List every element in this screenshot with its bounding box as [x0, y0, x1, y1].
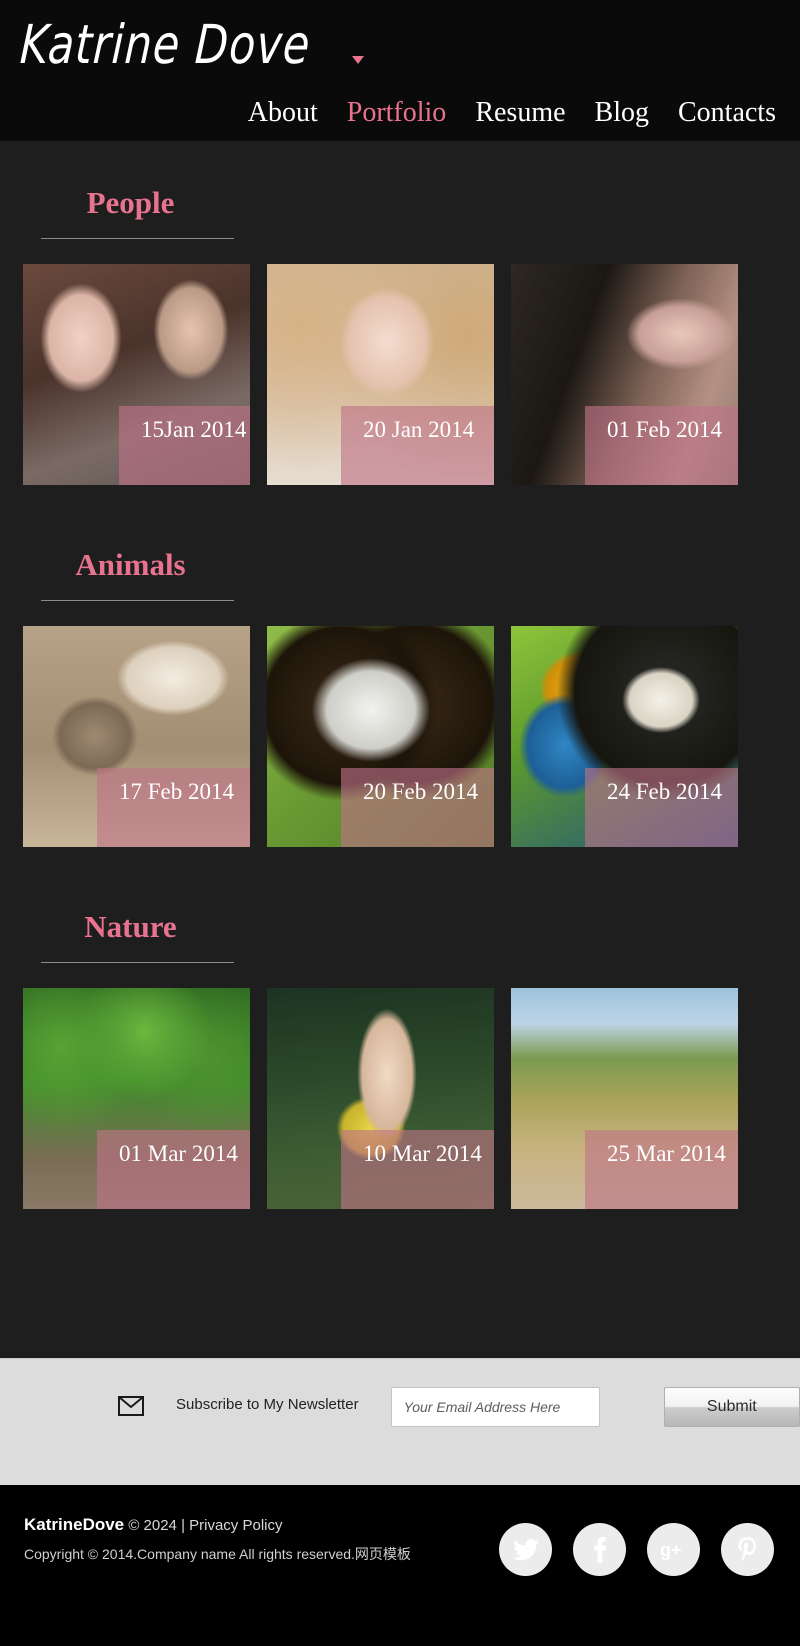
svg-text:g+: g+: [660, 1540, 682, 1560]
page-root: Katrine Dove About Portfolio Resume Blog…: [0, 0, 800, 1646]
card-date-label: 01 Mar 2014: [97, 1130, 250, 1209]
newsletter-label: Subscribe to My Newsletter: [176, 1396, 359, 1413]
twitter-icon[interactable]: [499, 1523, 552, 1576]
nav-item-portfolio[interactable]: Portfolio: [347, 99, 447, 127]
card-date-label: 25 Mar 2014: [585, 1130, 738, 1209]
section-divider: [41, 238, 234, 239]
facebook-icon[interactable]: [573, 1523, 626, 1576]
gallery-grid-animals: 17 Feb 2014 20 Feb 2014 24 Feb 2014: [0, 626, 800, 847]
pinterest-icon[interactable]: [721, 1523, 774, 1576]
footer-copyright-short[interactable]: © 2024 | Privacy Policy: [128, 1517, 282, 1534]
submit-button[interactable]: Submit: [663, 1387, 800, 1427]
gallery-card[interactable]: 24 Feb 2014: [511, 626, 738, 847]
gallery-card[interactable]: 01 Feb 2014: [511, 264, 738, 485]
gallery-card[interactable]: 15Jan 2014: [23, 264, 250, 485]
section-divider: [41, 600, 234, 601]
social-links: g+: [499, 1523, 774, 1576]
site-footer: KatrineDove © 2024 | Privacy Policy Copy…: [0, 1485, 800, 1646]
gallery-card[interactable]: 20 Feb 2014: [267, 626, 494, 847]
section-animals: Animals 17 Feb 2014 20 Feb 2014 24 Feb 2…: [0, 485, 800, 847]
card-date-label: 17 Feb 2014: [97, 768, 250, 847]
section-title-people: People: [86, 185, 175, 220]
gallery-card[interactable]: 01 Mar 2014: [23, 988, 250, 1209]
caret-down-icon[interactable]: [352, 56, 364, 64]
gallery-grid-people: 15Jan 2014 20 Jan 2014 01 Feb 2014: [0, 264, 800, 485]
email-field[interactable]: [390, 1387, 600, 1427]
newsletter-bar: Subscribe to My Newsletter Submit: [0, 1358, 800, 1485]
card-date-label: 01 Feb 2014: [585, 406, 738, 485]
section-title-animals: Animals: [75, 547, 186, 582]
card-date-label: 15Jan 2014: [119, 406, 250, 485]
newsletter-label-group: Subscribe to My Newsletter: [118, 1387, 389, 1422]
site-header: Katrine Dove About Portfolio Resume Blog…: [0, 0, 800, 141]
gallery-card[interactable]: 10 Mar 2014: [267, 988, 494, 1209]
card-date-label: 20 Jan 2014: [341, 406, 494, 485]
gallery-card[interactable]: 25 Mar 2014: [511, 988, 738, 1209]
gallery-card[interactable]: 17 Feb 2014: [23, 626, 250, 847]
section-people: People 15Jan 2014 20 Jan 2014 01 Feb 201…: [0, 141, 800, 485]
envelope-icon: [118, 1394, 144, 1416]
footer-brand: KatrineDove: [24, 1515, 125, 1534]
main-navigation: About Portfolio Resume Blog Contacts: [248, 99, 776, 127]
section-title-nature: Nature: [84, 909, 177, 944]
gallery-card[interactable]: 20 Jan 2014: [267, 264, 494, 485]
nav-item-blog[interactable]: Blog: [595, 99, 649, 127]
section-nature: Nature 01 Mar 2014 10 Mar 2014 25 Mar 20…: [0, 847, 800, 1209]
gallery-grid-nature: 01 Mar 2014 10 Mar 2014 25 Mar 2014: [0, 988, 800, 1209]
google-plus-icon[interactable]: g+: [647, 1523, 700, 1576]
card-date-label: 20 Feb 2014: [341, 768, 494, 847]
section-divider: [41, 962, 234, 963]
portfolio-main: People 15Jan 2014 20 Jan 2014 01 Feb 201…: [0, 141, 800, 1209]
nav-item-contacts[interactable]: Contacts: [678, 99, 776, 127]
site-logo[interactable]: Katrine Dove: [19, 14, 313, 77]
nav-item-resume[interactable]: Resume: [475, 99, 565, 127]
nav-item-about[interactable]: About: [248, 99, 318, 127]
card-date-label: 10 Mar 2014: [341, 1130, 494, 1209]
card-date-label: 24 Feb 2014: [585, 768, 738, 847]
